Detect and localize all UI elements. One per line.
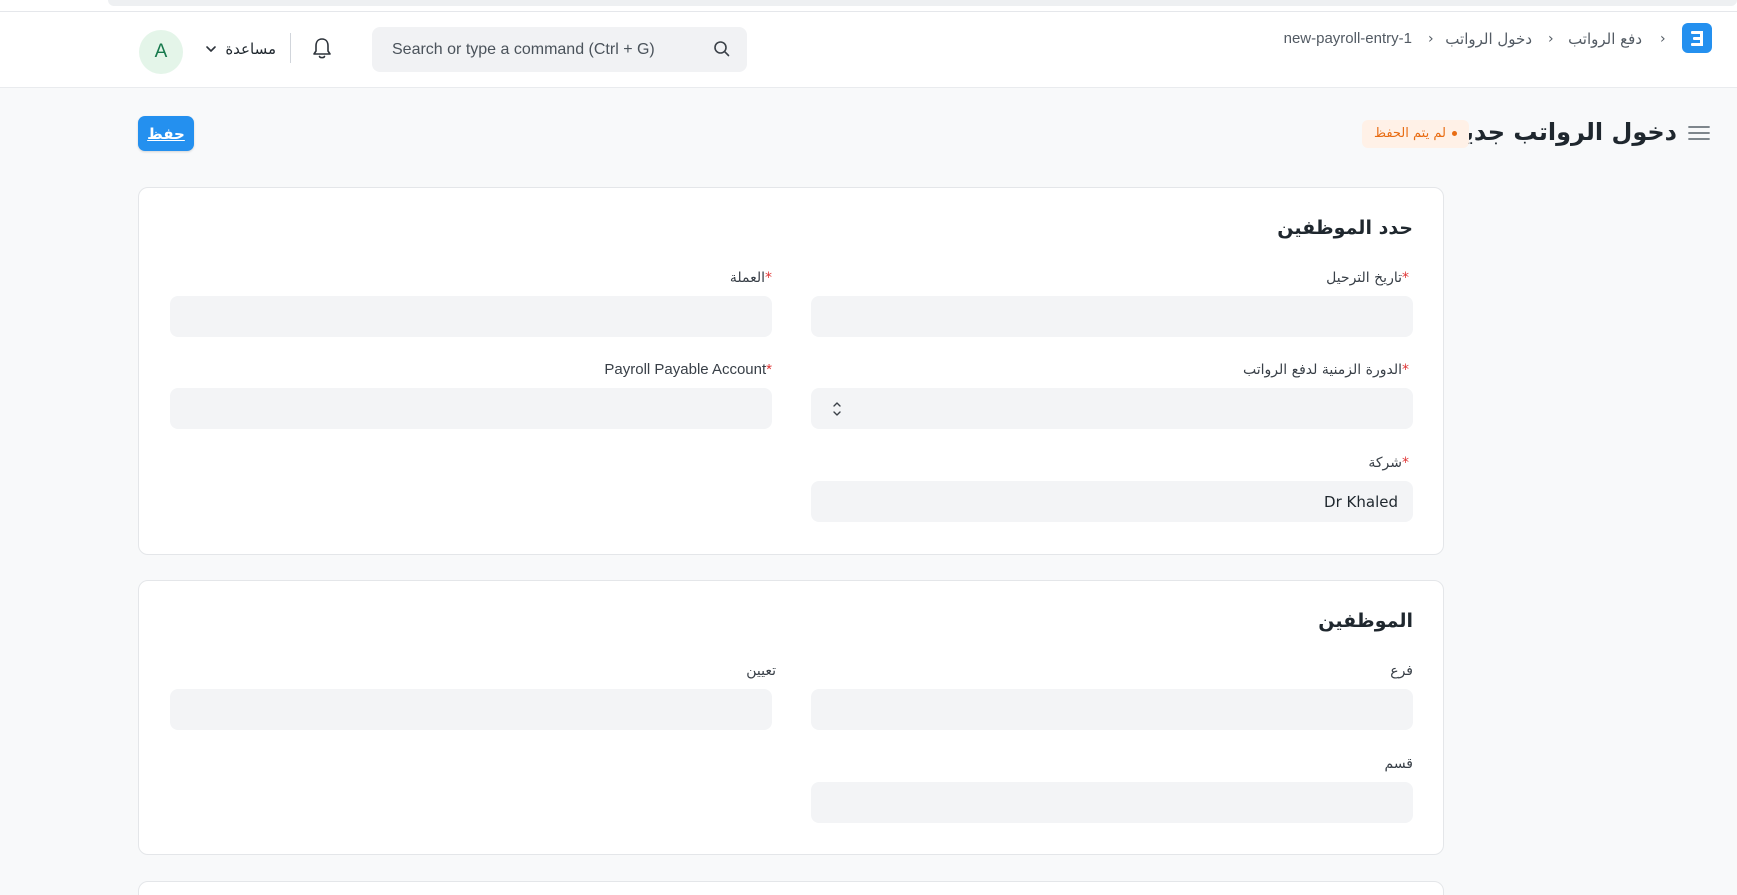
- breadcrumb-payroll-entry[interactable]: دخول الرواتب: [1445, 28, 1532, 50]
- browser-chrome-strip: [0, 0, 1737, 12]
- browser-address-area: [108, 0, 1737, 6]
- section-title: حدد الموظفين: [1277, 217, 1413, 239]
- branch-label: فرع: [1390, 663, 1413, 679]
- breadcrumb-separator: ›: [1428, 31, 1434, 47]
- company-label: شركة*: [1368, 455, 1409, 471]
- company-field[interactable]: [811, 481, 1413, 522]
- section-employees: الموظفين فرع تعيين قسم: [138, 580, 1444, 855]
- avatar[interactable]: A: [139, 30, 183, 74]
- department-label: قسم: [1384, 756, 1414, 772]
- chevron-down-icon: [206, 46, 216, 52]
- designation-label: تعيين: [746, 663, 776, 679]
- breadcrumb-current-doc[interactable]: new-payroll-entry-1: [1284, 28, 1412, 50]
- payroll-payable-account-label: Payroll Payable Account*: [604, 361, 772, 378]
- app-logo-icon[interactable]: [1682, 23, 1712, 53]
- payroll-frequency-select[interactable]: [811, 388, 1413, 429]
- department-field[interactable]: [811, 782, 1413, 823]
- section-select-employees: حدد الموظفين تاريخ الترحيل* العملة* الدو…: [138, 187, 1444, 555]
- status-text: لم يتم الحفظ: [1374, 126, 1446, 141]
- breadcrumb-separator: ›: [1660, 31, 1666, 47]
- awesomebar[interactable]: [372, 27, 747, 72]
- posting-date-label: تاريخ الترحيل*: [1326, 270, 1409, 286]
- next-section-card: [138, 881, 1444, 895]
- branch-field[interactable]: [811, 689, 1413, 730]
- currency-label: العملة*: [729, 270, 772, 286]
- status-badge: لم يتم الحفظ: [1362, 120, 1469, 148]
- status-dot: [1451, 131, 1457, 136]
- select-stepper-icon: [833, 402, 841, 416]
- posting-date-field[interactable]: [811, 296, 1413, 337]
- payroll-payable-account-field[interactable]: [170, 388, 772, 429]
- save-button[interactable]: حفظ: [138, 116, 194, 151]
- search-input[interactable]: [392, 27, 702, 72]
- designation-field[interactable]: [170, 689, 772, 730]
- search-icon: [714, 41, 730, 57]
- hamburger-menu-icon[interactable]: [1688, 124, 1710, 142]
- currency-field[interactable]: [170, 296, 772, 337]
- help-dropdown[interactable]: مساعدة: [200, 38, 276, 60]
- help-label: مساعدة: [225, 40, 276, 58]
- bell-icon[interactable]: [311, 36, 333, 60]
- page-title: دخول الرواتب جديد: [1451, 118, 1677, 146]
- section-title: الموظفين: [1318, 610, 1413, 632]
- navbar-divider: [290, 33, 291, 63]
- breadcrumb-separator: ›: [1548, 31, 1554, 47]
- breadcrumb-payroll[interactable]: دفع الرواتب: [1568, 28, 1642, 50]
- payroll-frequency-label: الدورة الزمنية لدفع الرواتب*: [1243, 362, 1409, 378]
